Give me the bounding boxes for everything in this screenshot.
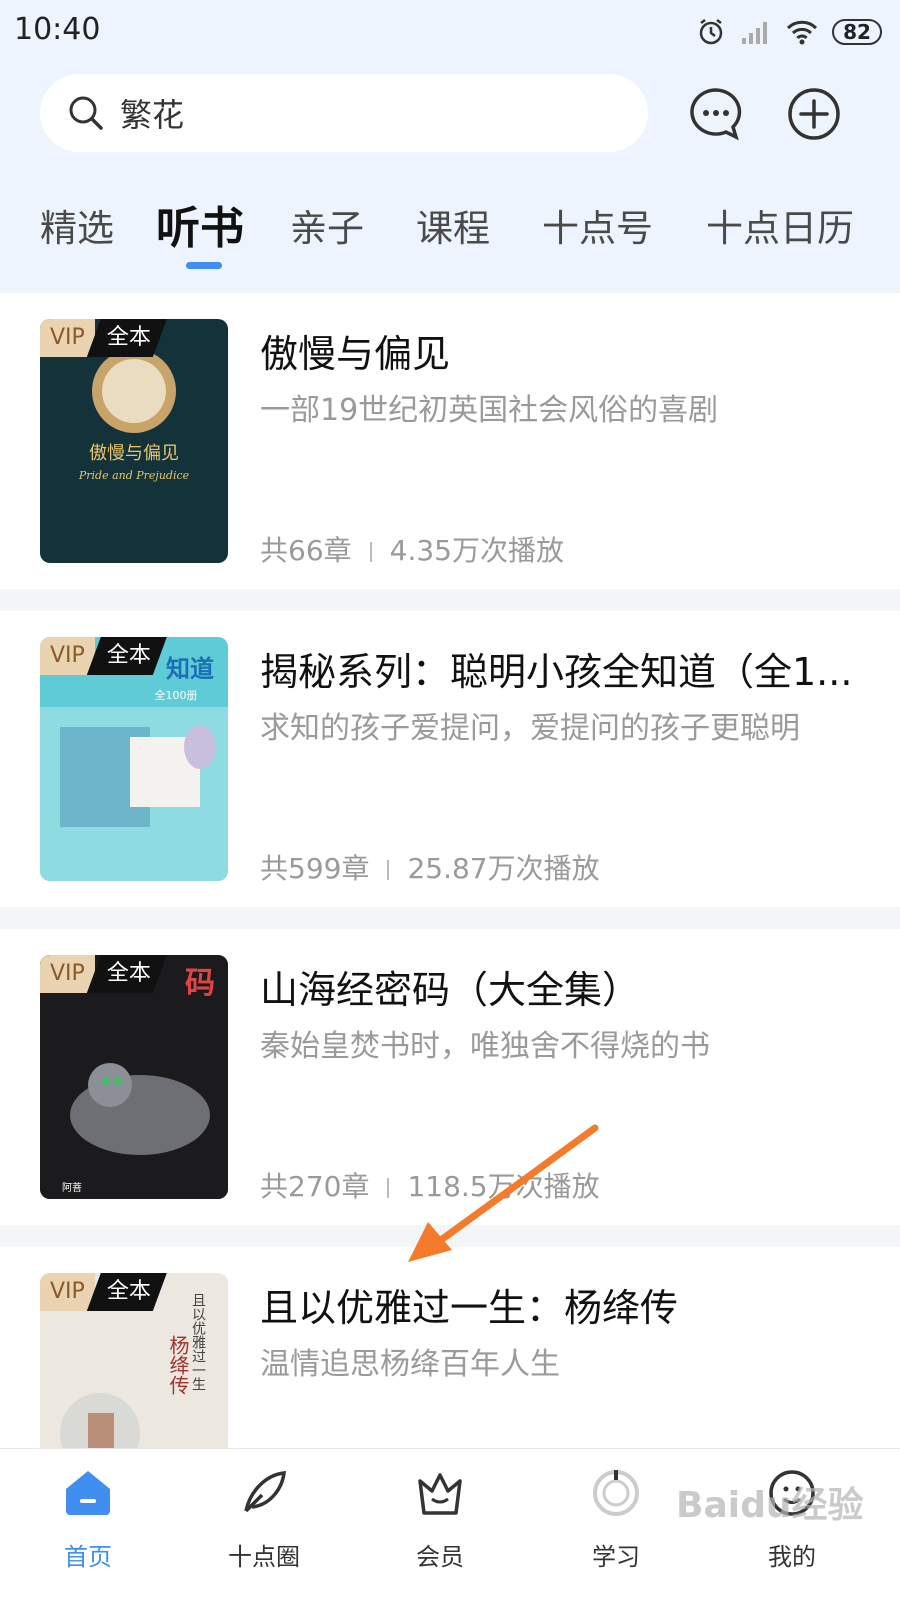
nav-label: 十点圈 [228,1543,300,1571]
book-title: 揭秘系列：聪明小孩全知道（全1... [260,650,853,694]
tab-featured[interactable]: 精选 [40,198,114,252]
cover-subtitle: 且以优雅过一生 [190,1293,206,1391]
book-description: 一部19世纪初英国社会风俗的喜剧 [260,393,719,428]
book-description: 求知的孩子爱提问，爱提问的孩子更聪明 [260,711,800,746]
full-badge: 全本 [87,319,167,357]
search-bar[interactable]: 繁花 [40,74,648,152]
book-card[interactable]: 傲慢与偏见 Pride and Prejudice VIP 全本 傲慢与偏见 一部… [0,293,900,589]
full-badge: 全本 [87,1273,167,1311]
vip-badge: VIP [40,1273,95,1311]
vip-badge: VIP [40,637,95,675]
tab-courses[interactable]: 课程 [416,198,490,252]
tab-audiobooks[interactable]: 听书 [156,192,244,256]
tab-calendar[interactable]: 十点日历 [706,198,854,252]
nav-home[interactable]: 首页 [28,1467,148,1572]
search-icon [69,96,103,130]
badge: VIP 全本 [40,637,167,675]
crown-icon [418,1473,462,1515]
chapter-count: 共270章 [260,1170,370,1203]
book-title: 傲慢与偏见 [260,332,451,376]
home-icon [66,1471,110,1515]
badge: VIP 全本 [40,319,167,357]
feather-icon [244,1471,287,1513]
status-icons: 82 [696,14,882,50]
full-badge: 全本 [87,955,167,993]
message-icon[interactable] [688,86,744,142]
book-meta: 共270章 118.5万次播放 [260,1165,600,1205]
badge: VIP 全本 [40,955,167,993]
play-count: 4.35万次播放 [389,534,564,567]
add-icon[interactable] [786,86,842,142]
search-input[interactable]: 繁花 [120,90,184,136]
chapter-count: 共599章 [260,852,370,885]
cover-subtitle: 全100册 [155,688,198,702]
alarm-icon [699,19,723,45]
cover-subtitle: 阿菩 [62,1182,82,1194]
book-title: 且以优雅过一生：杨绛传 [260,1286,679,1330]
cover-title: 杨绛传 [166,1335,190,1395]
status-time: 10:40 [14,12,101,47]
vip-badge: VIP [40,955,95,993]
nav-label: 我的 [768,1543,816,1571]
chapter-count: 共66章 [260,534,352,567]
nav-label: 首页 [64,1543,112,1571]
play-count: 25.87万次播放 [407,852,600,885]
book-card[interactable]: 码 阿菩 VIP 全本 山海经密码（大全集） 秦始皇焚书时，唯独舍不得烧的书 共2… [0,929,900,1225]
nav-study[interactable]: 学习 [556,1467,676,1572]
tab-parenting[interactable]: 亲子 [290,198,364,252]
play-count: 118.5万次播放 [407,1170,600,1203]
book-cover: 知道 全100册 VIP 全本 [40,637,228,881]
watermark-text: Baidu经验 [676,1485,864,1526]
signal-icon [742,22,767,44]
status-bar: 10:40 82 [0,0,900,60]
tab-shidianhao[interactable]: 十点号 [542,198,653,252]
cover-title: 知道 [166,655,214,683]
book-meta: 共599章 25.87万次播放 [260,847,600,887]
wifi-icon [786,20,818,45]
badge: VIP 全本 [40,1273,167,1311]
book-card[interactable]: 知道 全100册 VIP 全本 揭秘系列：聪明小孩全知道（全1... 求知的孩子爱… [0,611,900,907]
active-tab-indicator [186,262,222,269]
nav-label: 会员 [416,1543,464,1571]
full-badge: 全本 [87,637,167,675]
category-tabs: 精选 听书 亲子 课程 十点号 十点日历 [0,188,900,278]
cover-title: 傲慢与偏见 [89,443,179,464]
cover-title: 码 [185,966,215,1001]
nav-circle[interactable]: 十点圈 [204,1467,324,1572]
battery-indicator: 82 [832,19,882,45]
book-cover: 傲慢与偏见 Pride and Prejudice VIP 全本 [40,319,228,563]
book-meta: 共66章 4.35万次播放 [260,529,564,569]
nav-member[interactable]: 会员 [380,1467,500,1572]
book-cover: 码 阿菩 VIP 全本 [40,955,228,1199]
study-icon [593,1470,639,1516]
cover-subtitle: Pride and Prejudice [78,469,190,482]
nav-label: 学习 [592,1543,640,1571]
book-description: 温情追思杨绛百年人生 [260,1347,560,1382]
book-title: 山海经密码（大全集） [260,968,641,1012]
book-description: 秦始皇焚书时，唯独舍不得烧的书 [260,1029,710,1064]
vip-badge: VIP [40,319,95,357]
